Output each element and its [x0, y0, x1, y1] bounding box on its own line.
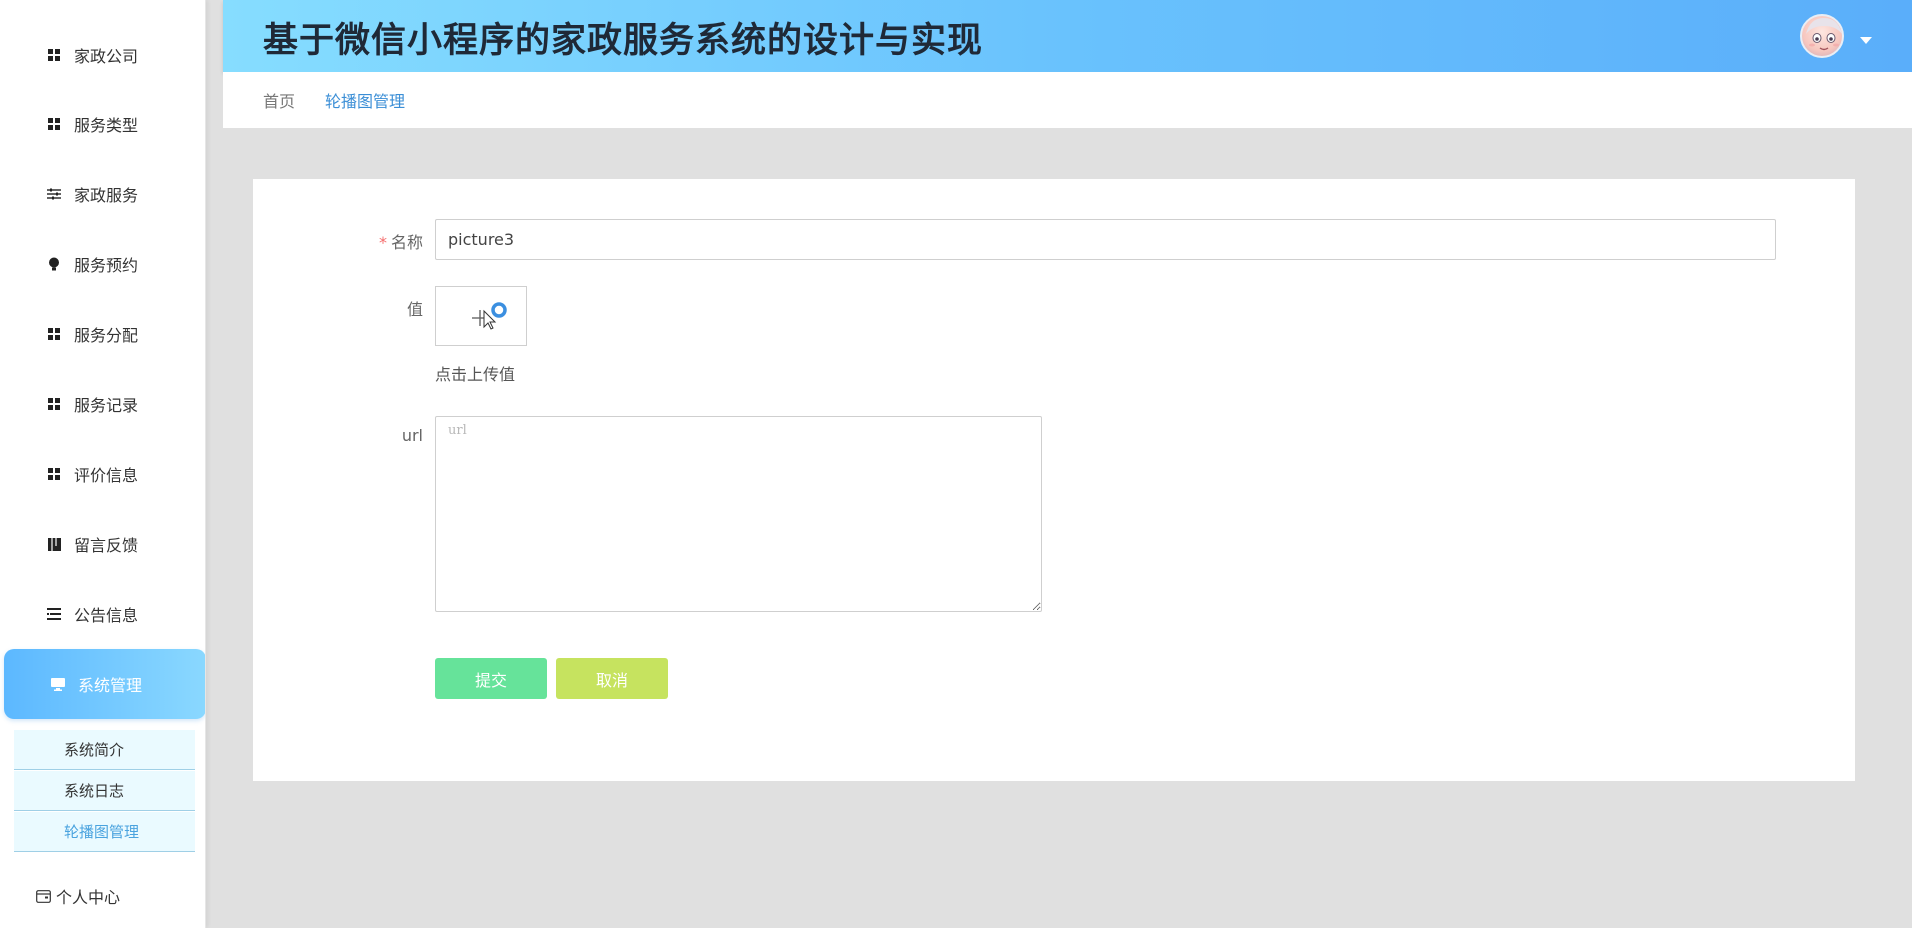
app-title: 基于微信小程序的家政服务系统的设计与实现	[263, 21, 984, 61]
sidebar-item-label: 评价信息	[74, 466, 139, 485]
submenu-item-label: 轮播图管理	[64, 823, 140, 841]
sidebar-item-label: 家政公司	[74, 47, 139, 66]
carousel-form-card: *名称 值 点击上传值 url 提交 取消	[253, 179, 1855, 781]
sliders-icon	[46, 186, 62, 202]
breadcrumb: 首页 轮播图管理	[223, 72, 1912, 128]
plus-icon	[472, 302, 507, 330]
name-input[interactable]	[435, 219, 1776, 260]
wallet-icon	[36, 889, 51, 903]
grid-icon	[46, 47, 62, 63]
monitor-icon	[50, 676, 66, 692]
sidebar-item-appointment[interactable]: 服务预约	[0, 229, 205, 299]
sidebar-item-system-management[interactable]: 系统管理	[4, 649, 205, 719]
system-submenu: 系统简介 系统日志 轮播图管理	[14, 730, 195, 853]
breadcrumb-current: 轮播图管理	[325, 92, 406, 111]
sidebar-item-label: 系统管理	[78, 676, 143, 695]
submenu-item-system-log[interactable]: 系统日志	[14, 771, 195, 811]
submenu-item-carousel-management[interactable]: 轮播图管理	[14, 812, 195, 852]
image-upload-button[interactable]	[435, 286, 527, 346]
sidebar-item-company[interactable]: 家政公司	[0, 20, 205, 90]
bulb-icon	[46, 256, 62, 272]
sidebar-item-housekeeping-service[interactable]: 家政服务	[0, 159, 205, 229]
name-label: * 名称	[343, 229, 423, 253]
sidebar-item-label: 个人中心	[56, 888, 121, 907]
value-label: 值	[406, 300, 423, 319]
avatar[interactable]	[1800, 14, 1844, 58]
sidebar-item-reviews[interactable]: 评价信息	[0, 439, 205, 509]
sidebar-item-label: 服务记录	[74, 396, 139, 415]
url-label: url	[401, 426, 423, 445]
avatar-illustration-icon	[1806, 18, 1842, 51]
sidebar-item-label: 公告信息	[74, 606, 139, 625]
sidebar-item-label: 留言反馈	[74, 536, 139, 555]
sidebar-item-records[interactable]: 服务记录	[0, 369, 205, 439]
sidebar-item-label: 服务类型	[74, 116, 139, 135]
list-icon	[46, 606, 62, 622]
grid-icon	[46, 116, 62, 132]
sidebar-item-personal-center[interactable]: 个人中心	[36, 884, 120, 908]
chevron-down-icon[interactable]	[1860, 30, 1872, 49]
sidebar-item-feedback[interactable]: 留言反馈	[0, 509, 205, 579]
grid-icon	[46, 326, 62, 342]
breadcrumb-home[interactable]: 首页	[263, 88, 295, 112]
required-mark: *	[378, 233, 387, 252]
submenu-item-label: 系统简介	[64, 741, 125, 759]
top-header: 基于微信小程序的家政服务系统的设计与实现	[223, 0, 1912, 72]
cancel-button[interactable]: 取消	[556, 658, 668, 699]
sidebar-item-label: 服务分配	[74, 326, 139, 345]
sidebar-item-label: 服务预约	[74, 256, 139, 275]
sidebar: 家政公司 服务类型 家政服务 服务预约 服务分配 服务记录 评价信息 留言反馈 …	[0, 0, 206, 928]
upload-hint: 点击上传值	[435, 365, 516, 384]
submenu-item-label: 系统日志	[64, 782, 125, 800]
submit-button[interactable]: 提交	[435, 658, 547, 699]
sidebar-item-label: 家政服务	[74, 186, 139, 205]
book-icon	[46, 536, 62, 552]
grid-icon	[46, 396, 62, 412]
sidebar-item-assignment[interactable]: 服务分配	[0, 299, 205, 369]
grid-icon	[46, 466, 62, 482]
sidebar-item-announcements[interactable]: 公告信息	[0, 579, 205, 649]
name-label-text: 名称	[390, 233, 423, 252]
url-textarea[interactable]	[435, 416, 1042, 612]
submenu-item-system-intro[interactable]: 系统简介	[14, 730, 195, 770]
sidebar-item-service-type[interactable]: 服务类型	[0, 89, 205, 159]
